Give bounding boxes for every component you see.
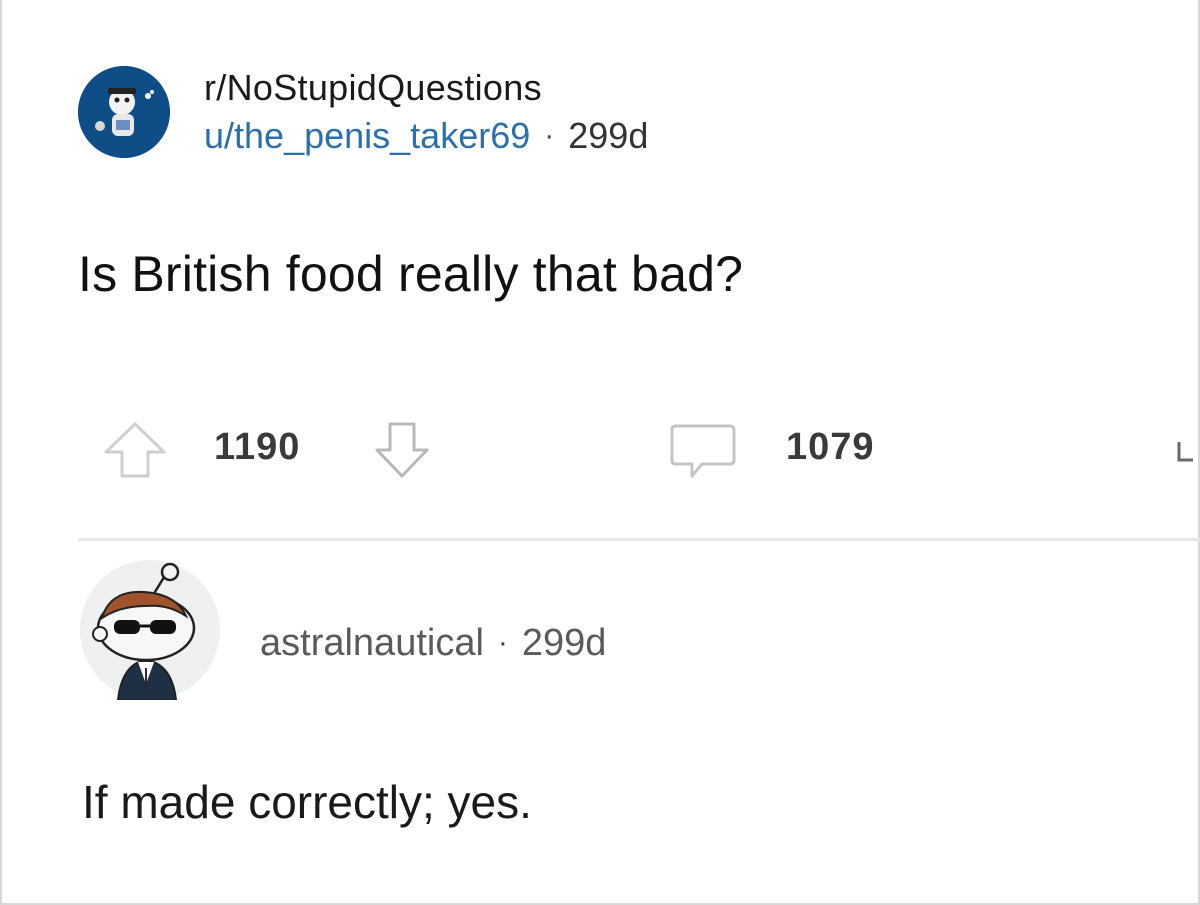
- upvote-button[interactable]: [100, 420, 170, 480]
- comment-meta: astralnautical · 299d: [260, 622, 606, 665]
- author-line: u/the_penis_taker69 · 299d: [204, 115, 648, 157]
- post-author-link[interactable]: u/the_penis_taker69: [204, 115, 530, 157]
- share-button[interactable]: [1175, 438, 1200, 468]
- post-meta: r/NoStupidQuestions u/the_penis_taker69 …: [204, 67, 648, 157]
- snoo-sunglasses-avatar-icon[interactable]: [80, 560, 220, 700]
- comment-bubble-icon: [670, 424, 736, 478]
- comments-button[interactable]: [668, 420, 738, 482]
- downvote-button[interactable]: [372, 420, 432, 480]
- comment-header: astralnautical · 299d: [80, 560, 606, 700]
- downvote-arrow-icon: [375, 422, 429, 478]
- subreddit-avatar-icon[interactable]: [78, 66, 170, 158]
- comment-author[interactable]: astralnautical: [260, 622, 484, 665]
- post-title[interactable]: Is British food really that bad?: [78, 245, 743, 303]
- comment-age: 299d: [521, 621, 607, 664]
- share-icon: [1177, 442, 1193, 462]
- post-action-bar: 1190 1079: [100, 420, 1200, 480]
- comment-count: 1079: [786, 426, 875, 468]
- vote-count: 1190: [214, 426, 301, 468]
- meta-separator: ·: [544, 119, 555, 152]
- post-age: 299d: [568, 115, 649, 156]
- post-header: r/NoStupidQuestions u/the_penis_taker69 …: [78, 66, 648, 158]
- comment-body: If made correctly; yes.: [82, 776, 532, 828]
- divider: [78, 538, 1200, 541]
- upvote-arrow-icon: [104, 422, 166, 478]
- subreddit-name[interactable]: r/NoStupidQuestions: [204, 67, 648, 109]
- meta-separator: ·: [497, 626, 508, 659]
